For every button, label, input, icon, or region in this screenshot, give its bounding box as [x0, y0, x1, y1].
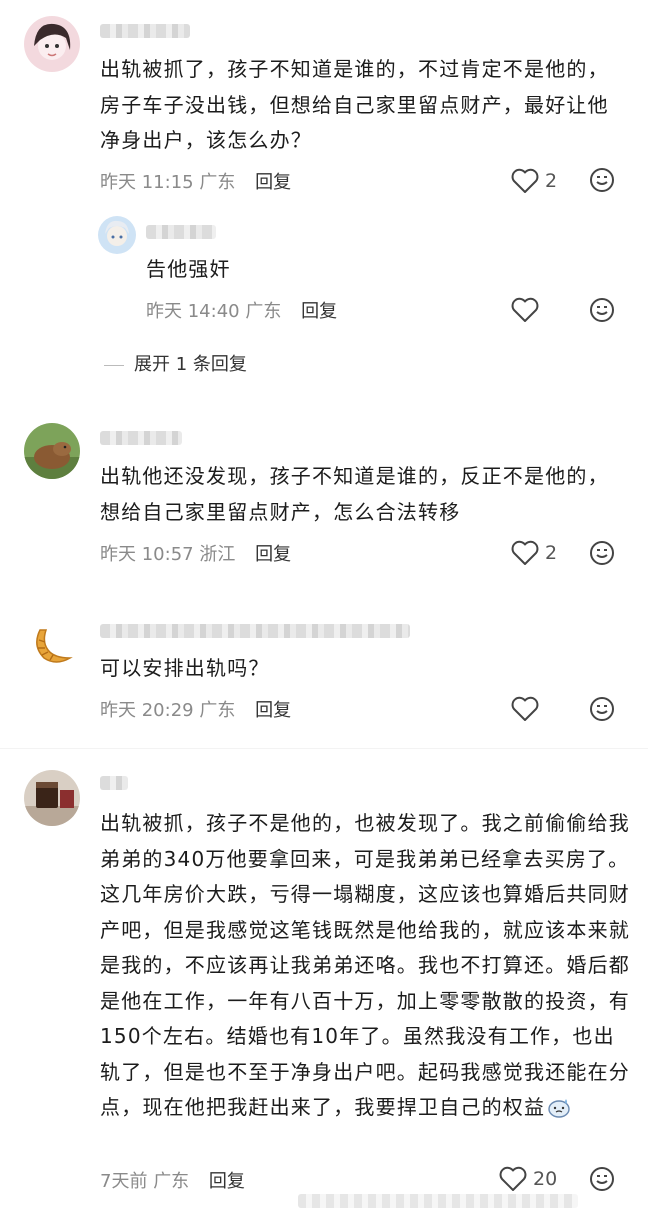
comment-location: 广东 [199, 700, 236, 721]
reply-button[interactable]: 回复 [255, 172, 291, 193]
anime-avatar-icon [98, 216, 136, 254]
comment-meta: 昨天 11:15 广东 回复 [100, 168, 291, 194]
username-blurred [100, 431, 182, 445]
username-blurred [100, 624, 410, 638]
emoji-icon[interactable] [589, 1166, 615, 1192]
emoji-icon[interactable] [589, 167, 615, 193]
username-blurred [146, 225, 216, 239]
comment-location: 浙江 [199, 544, 236, 565]
heart-icon [511, 696, 539, 722]
heart-icon [511, 540, 539, 566]
watermark-blurred [298, 1194, 578, 1208]
expand-replies-button[interactable]: 展开 1 条回复 [104, 350, 247, 376]
avatar[interactable] [24, 770, 80, 826]
comment-text: 出轨被抓，孩子不是他的，也被发现了。我之前偷偷给我弟弟的340万他要拿回来，可是… [100, 806, 630, 1126]
comment-body: 出轨被抓，孩子不是他的，也被发现了。我之前偷偷给我弟弟的340万他要拿回来，可是… [100, 811, 630, 1119]
avatar[interactable] [98, 216, 136, 254]
comment-text: 出轨他还没发现，孩子不知道是谁的，反正不是他的，想给自己家里留点财产，怎么合法转… [100, 464, 609, 524]
emoji-icon[interactable] [589, 540, 615, 566]
like-button[interactable]: 2 [511, 168, 557, 194]
username-blurred [100, 24, 190, 38]
comment-time: 昨天 10:57 [100, 544, 194, 565]
capybara-avatar-icon [24, 423, 80, 479]
comment-time: 7天前 [100, 1171, 148, 1192]
like-button[interactable]: 2 [511, 540, 557, 566]
comment-time: 昨天 20:29 [100, 700, 194, 721]
comment-meta: 昨天 20:29 广东 回复 [100, 696, 291, 722]
reply-button[interactable]: 回复 [209, 1171, 245, 1192]
heart-icon [511, 297, 539, 323]
like-button[interactable]: 20 [499, 1166, 557, 1192]
reply-location: 广东 [245, 301, 282, 322]
reply-button[interactable]: 回复 [255, 700, 291, 721]
comment-text: 出轨被抓了，孩子不知道是谁的，不过肯定不是他的，房子车子没出钱，但想给自己家里留… [100, 57, 609, 152]
comment-text: 可以安排出轨吗？ [100, 656, 270, 680]
reply-time: 昨天 14:40 [146, 301, 240, 322]
heart-icon [511, 168, 539, 194]
like-button[interactable] [511, 696, 539, 722]
username-blurred [100, 776, 128, 790]
avatar[interactable] [24, 16, 80, 72]
avatar[interactable] [24, 423, 80, 479]
sweating-emoji-icon [548, 1099, 570, 1118]
girl-avatar-icon [24, 16, 80, 72]
reply-text: 告他强奸 [146, 257, 231, 281]
avatar[interactable] [24, 616, 80, 672]
like-button[interactable] [511, 297, 539, 323]
comment-meta: 7天前 广东 回复 [100, 1167, 245, 1193]
comment-location: 广东 [199, 172, 236, 193]
expand-replies-label: 展开 1 条回复 [134, 354, 247, 375]
comment-meta: 昨天 10:57 浙江 回复 [100, 540, 291, 566]
emoji-icon[interactable] [589, 696, 615, 722]
heart-icon [499, 1166, 527, 1192]
reply-button[interactable]: 回复 [301, 301, 337, 322]
like-count: 2 [545, 170, 558, 192]
reply-meta: 昨天 14:40 广东 回复 [146, 297, 337, 323]
like-count: 20 [533, 1168, 558, 1190]
coffee-avatar-icon [24, 770, 80, 826]
emoji-icon[interactable] [589, 297, 615, 323]
reply-button[interactable]: 回复 [255, 544, 291, 565]
croissant-avatar-icon [24, 616, 80, 672]
separator [0, 748, 648, 749]
like-count: 2 [545, 542, 558, 564]
comment-time: 昨天 11:15 [100, 172, 194, 193]
divider-line [104, 364, 124, 366]
comment-location: 广东 [153, 1171, 190, 1192]
